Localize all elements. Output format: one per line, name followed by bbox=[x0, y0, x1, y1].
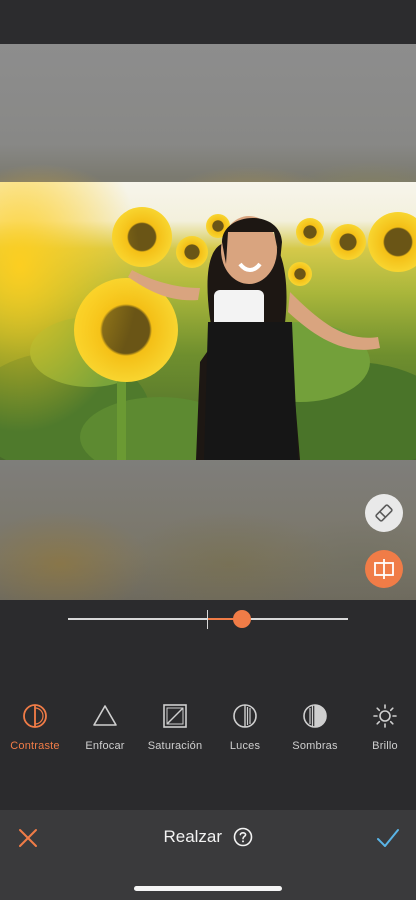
compare-button[interactable] bbox=[365, 550, 403, 588]
screen-title: Realzar bbox=[163, 827, 223, 846]
sunflower bbox=[288, 262, 312, 286]
photo-illustration bbox=[0, 182, 416, 460]
tool-label: Luces bbox=[229, 740, 261, 752]
contrast-icon bbox=[23, 704, 47, 728]
tool-luces[interactable]: Luces bbox=[210, 700, 280, 752]
photo-preview[interactable] bbox=[0, 182, 416, 460]
sun-icon bbox=[373, 704, 397, 728]
slider-center-mark bbox=[207, 610, 208, 629]
saturation-icon bbox=[163, 704, 187, 728]
sunflower bbox=[296, 218, 324, 246]
top-bar bbox=[0, 0, 416, 44]
triangle-icon bbox=[93, 705, 117, 726]
sunflower bbox=[330, 224, 366, 260]
tool-label: Saturación bbox=[147, 740, 203, 752]
eraser-icon bbox=[375, 504, 393, 522]
question-circle-icon[interactable] bbox=[233, 827, 253, 847]
home-indicator bbox=[134, 886, 282, 891]
tool-enfocar[interactable]: Enfocar bbox=[70, 700, 140, 752]
bottom-bar: Realzar bbox=[0, 810, 416, 900]
checkmark-icon bbox=[377, 829, 399, 847]
tool-saturacion[interactable]: Saturación bbox=[140, 700, 210, 752]
tool-label: Sombras bbox=[292, 740, 338, 752]
adjustment-tools: Contraste Enfocar Saturación Luces Sombr… bbox=[0, 700, 416, 760]
confirm-button[interactable] bbox=[375, 826, 401, 850]
sunflower bbox=[368, 212, 416, 272]
split-compare-icon bbox=[374, 559, 394, 579]
canvas-area bbox=[0, 44, 416, 600]
shadows-icon bbox=[303, 704, 327, 728]
tool-label: Brillo bbox=[372, 740, 398, 752]
tool-brillo[interactable]: Brillo bbox=[350, 700, 416, 752]
eraser-button[interactable] bbox=[365, 494, 403, 532]
tool-label: Contraste bbox=[10, 740, 60, 752]
tool-label: Enfocar bbox=[85, 740, 125, 752]
highlights-icon bbox=[233, 704, 257, 728]
title-group: Realzar bbox=[0, 827, 416, 847]
tool-sombras[interactable]: Sombras bbox=[280, 700, 350, 752]
slider-thumb[interactable] bbox=[232, 610, 251, 628]
adjustment-slider[interactable] bbox=[0, 600, 416, 690]
tool-contraste[interactable]: Contraste bbox=[0, 700, 70, 752]
